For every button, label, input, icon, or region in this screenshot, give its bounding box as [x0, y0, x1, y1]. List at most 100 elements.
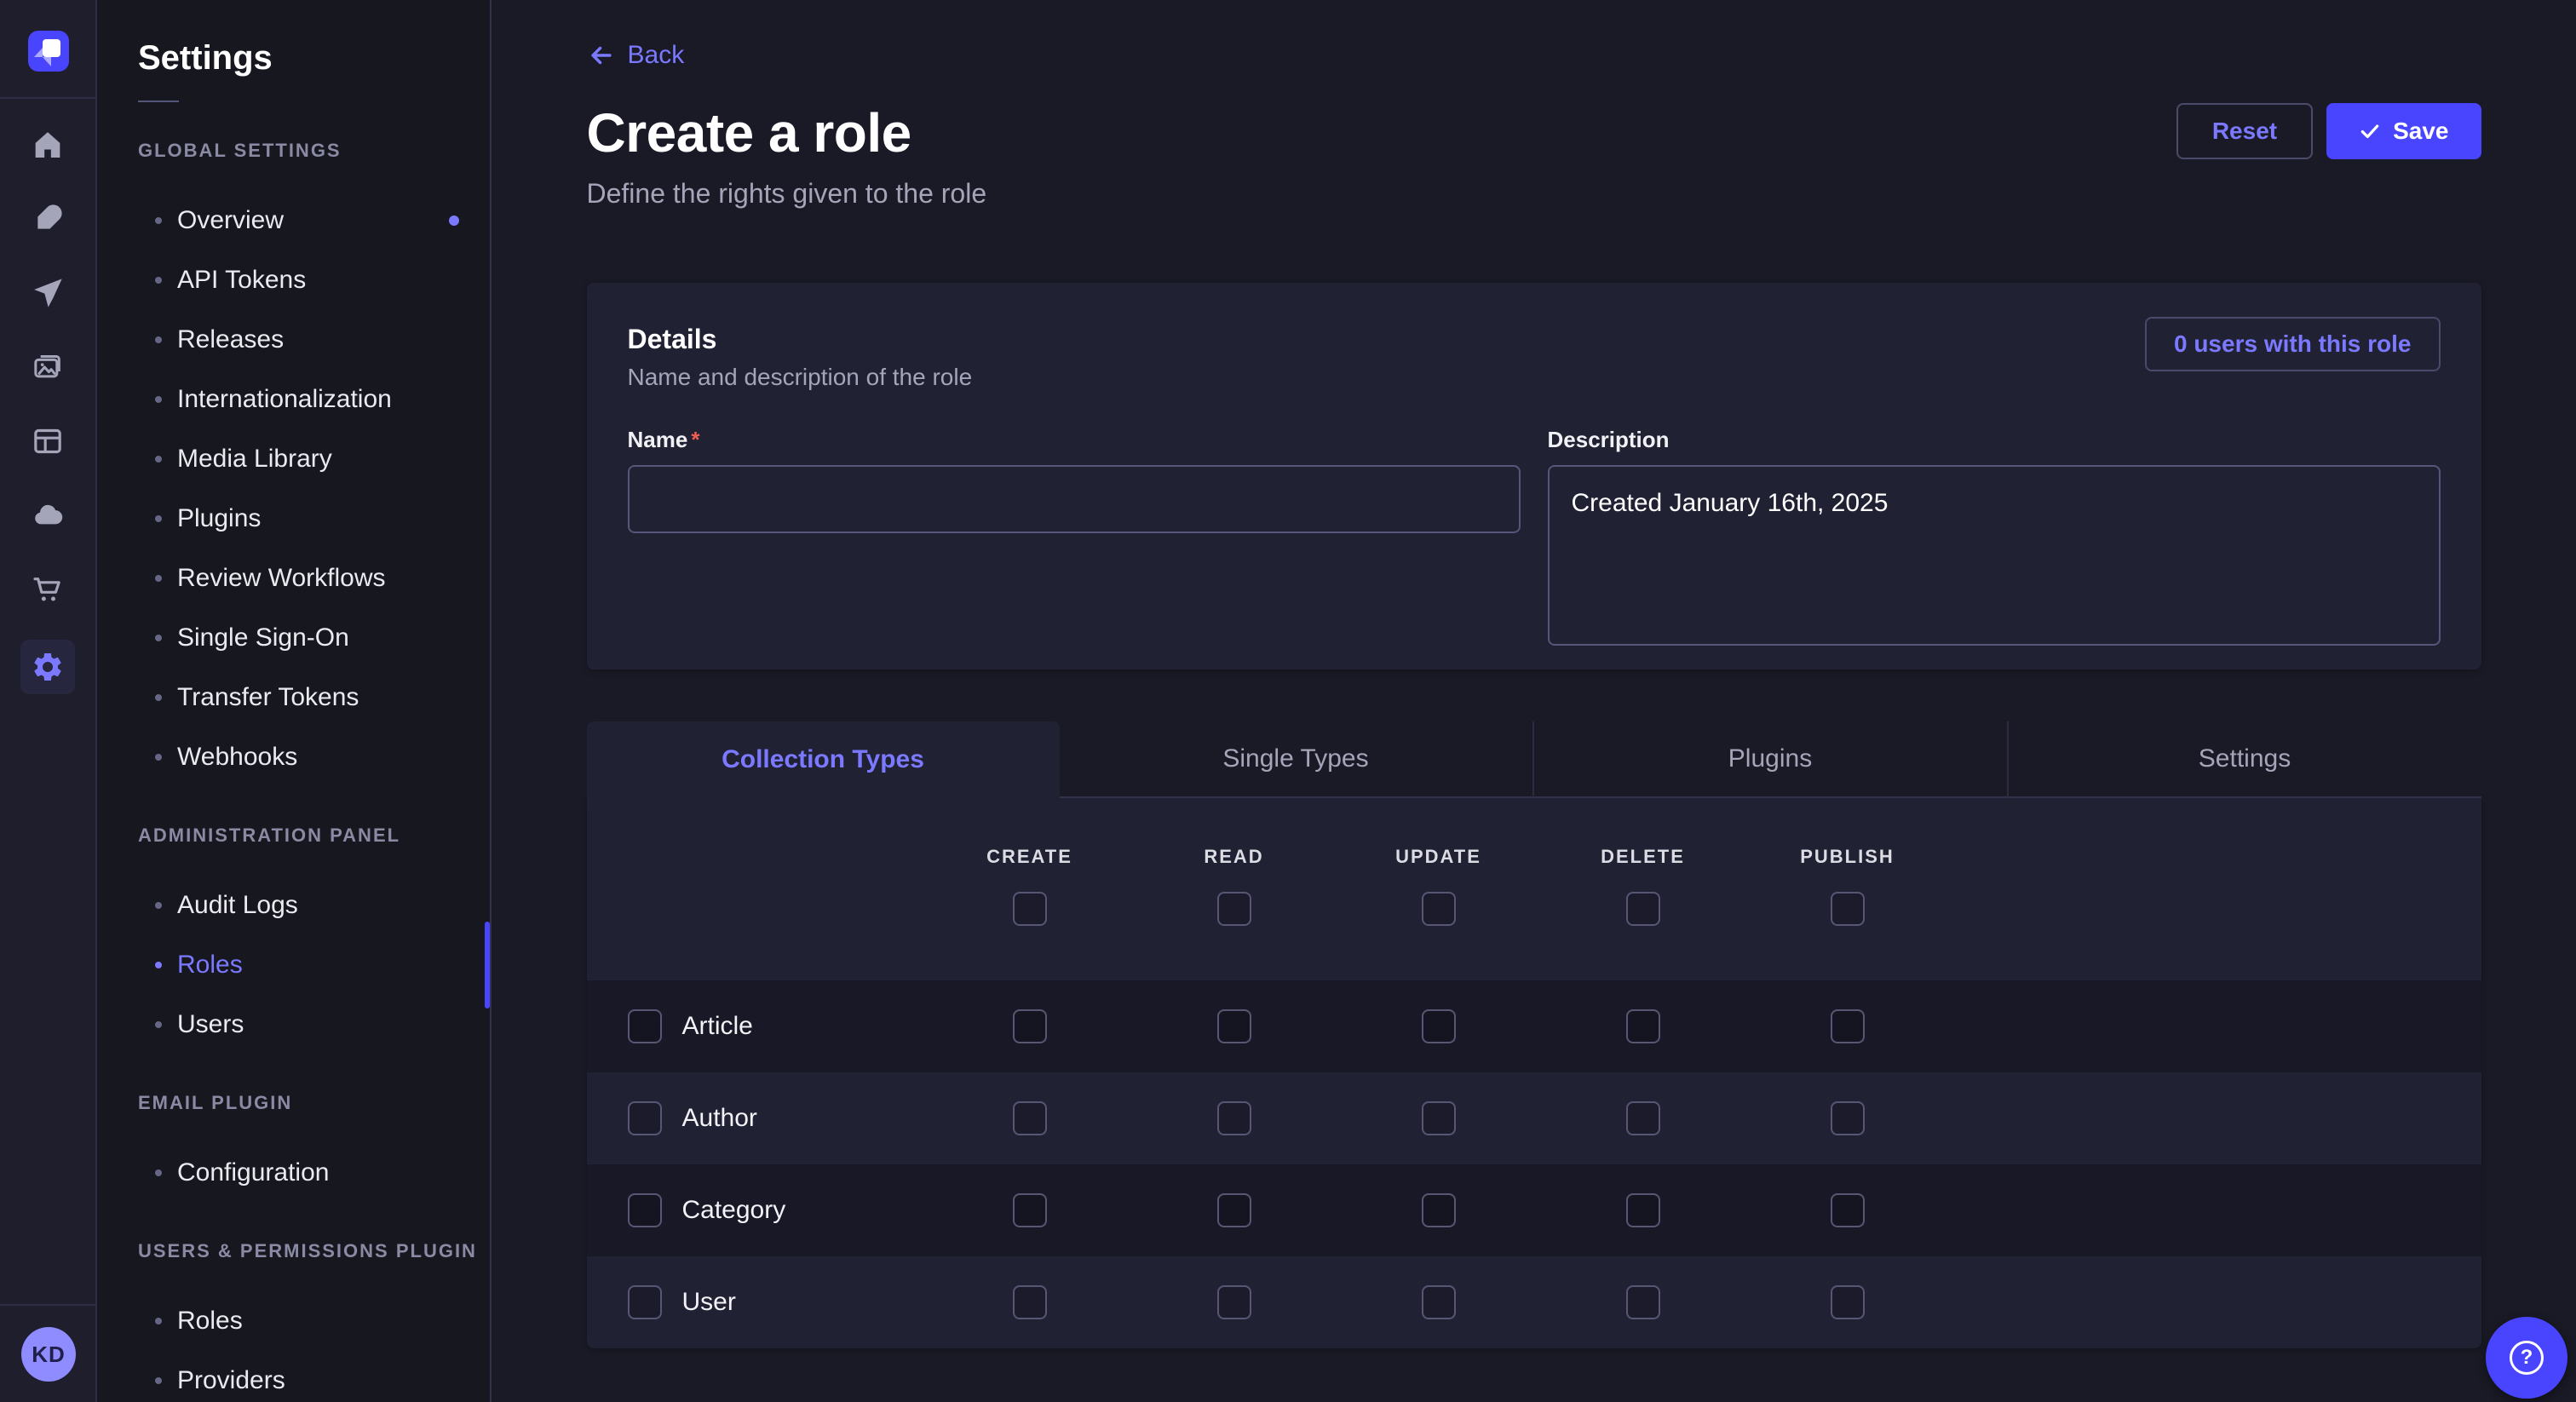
sidebar-item-providers[interactable]: Providers — [138, 1351, 490, 1402]
author-update-checkbox[interactable] — [1422, 1101, 1456, 1135]
arrow-left-icon — [587, 41, 616, 70]
author-row-checkbox[interactable] — [628, 1101, 662, 1135]
tab-settings[interactable]: Settings — [2007, 721, 2481, 798]
app-root: KD Settings GLOBAL SETTINGSOverviewAPI T… — [0, 0, 2576, 1402]
back-label: Back — [628, 41, 685, 70]
category-update-checkbox[interactable] — [1422, 1193, 1456, 1227]
sidebar-item-roles[interactable]: Roles — [138, 1291, 490, 1351]
page-title: Create a role — [587, 101, 987, 164]
paper-plane-icon[interactable] — [31, 276, 65, 310]
media-library-icon[interactable] — [31, 350, 65, 384]
tab-collection-types[interactable]: Collection Types — [587, 721, 1060, 798]
name-label: Name* — [628, 427, 1521, 453]
name-input[interactable] — [628, 465, 1521, 533]
home-icon[interactable] — [31, 128, 65, 162]
select-all-update-checkbox[interactable] — [1422, 892, 1456, 926]
bullet-icon — [155, 217, 162, 224]
details-panel: Details Name and description of the role… — [587, 283, 2481, 669]
author-read-checkbox[interactable] — [1217, 1101, 1251, 1135]
sidebar-item-transfer-tokens[interactable]: Transfer Tokens — [138, 668, 490, 727]
article-read-checkbox[interactable] — [1217, 1009, 1251, 1043]
select-all-create-checkbox[interactable] — [1013, 892, 1047, 926]
category-read-checkbox[interactable] — [1217, 1193, 1251, 1227]
rail-divider — [0, 97, 95, 99]
sidebar-item-overview[interactable]: Overview — [138, 191, 490, 250]
bullet-icon — [155, 277, 162, 284]
sidebar-item-media-library[interactable]: Media Library — [138, 429, 490, 489]
bullet-icon — [155, 1021, 162, 1028]
sidebar-section-label: ADMINISTRATION PANEL — [138, 825, 490, 847]
table-row-category: Category — [587, 1164, 2481, 1256]
sidebar-item-releases[interactable]: Releases — [138, 310, 490, 370]
category-create-checkbox[interactable] — [1013, 1193, 1047, 1227]
user-delete-checkbox[interactable] — [1626, 1285, 1660, 1319]
user-publish-checkbox[interactable] — [1831, 1285, 1865, 1319]
select-all-read-checkbox[interactable] — [1217, 892, 1251, 926]
save-button[interactable]: Save — [2326, 103, 2481, 159]
sidebar-item-users[interactable]: Users — [138, 995, 490, 1054]
users-with-role-button[interactable]: 0 users with this role — [2145, 317, 2441, 371]
strapi-logo-icon — [28, 31, 69, 72]
column-header: READ — [1204, 846, 1263, 868]
sidebar-item-configuration[interactable]: Configuration — [138, 1143, 490, 1203]
article-publish-checkbox[interactable] — [1831, 1009, 1865, 1043]
sidebar-section-label: USERS & PERMISSIONS PLUGIN — [138, 1240, 490, 1262]
permissions-header: CREATEREADUPDATEDELETEPUBLISH — [587, 798, 2481, 980]
tab-plugins[interactable]: Plugins — [1532, 721, 2007, 798]
article-delete-checkbox[interactable] — [1626, 1009, 1660, 1043]
category-row-checkbox[interactable] — [628, 1193, 662, 1227]
bullet-icon — [155, 962, 162, 968]
back-link[interactable]: Back — [587, 41, 685, 70]
reset-button[interactable]: Reset — [2176, 103, 2313, 159]
bullet-icon — [155, 635, 162, 641]
bullet-icon — [155, 336, 162, 343]
sidebar-item-roles[interactable]: Roles — [138, 935, 490, 995]
layout-icon[interactable] — [31, 424, 65, 458]
page-subtitle: Define the rights given to the role — [587, 178, 987, 210]
rail-divider — [0, 1304, 95, 1306]
description-input[interactable]: Created January 16th, 2025 — [1548, 465, 2441, 646]
category-publish-checkbox[interactable] — [1831, 1193, 1865, 1227]
sidebar-item-webhooks[interactable]: Webhooks — [138, 727, 490, 787]
user-update-checkbox[interactable] — [1422, 1285, 1456, 1319]
sidebar-item-single-sign-on[interactable]: Single Sign-On — [138, 608, 490, 668]
author-delete-checkbox[interactable] — [1626, 1101, 1660, 1135]
sidebar-item-plugins[interactable]: Plugins — [138, 489, 490, 549]
user-create-checkbox[interactable] — [1013, 1285, 1047, 1319]
avatar[interactable]: KD — [21, 1327, 76, 1382]
cart-icon[interactable] — [31, 572, 65, 606]
feather-icon[interactable] — [31, 202, 65, 236]
author-create-checkbox[interactable] — [1013, 1101, 1047, 1135]
tab-single-types[interactable]: Single Types — [1060, 721, 1532, 798]
sidebar-item-review-workflows[interactable]: Review Workflows — [138, 549, 490, 608]
table-row-article: Article — [587, 980, 2481, 1072]
sidebar-divider — [138, 101, 179, 102]
rail-icon-list — [0, 128, 95, 694]
bullet-icon — [155, 1169, 162, 1176]
bullet-icon — [155, 902, 162, 909]
question-mark-icon: ? — [2510, 1341, 2544, 1375]
select-all-publish-checkbox[interactable] — [1831, 892, 1865, 926]
author-publish-checkbox[interactable] — [1831, 1101, 1865, 1135]
settings-gear-icon[interactable] — [20, 640, 75, 694]
strapi-logo[interactable] — [28, 31, 69, 72]
help-button[interactable]: ? — [2486, 1317, 2567, 1399]
sidebar-section-label: EMAIL PLUGIN — [138, 1092, 490, 1114]
permissions-section: Collection TypesSingle TypesPluginsSetti… — [587, 721, 2481, 1348]
sidebar-item-internationalization[interactable]: Internationalization — [138, 370, 490, 429]
table-row-user: User — [587, 1256, 2481, 1348]
select-all-delete-checkbox[interactable] — [1626, 892, 1660, 926]
sidebar-item-api-tokens[interactable]: API Tokens — [138, 250, 490, 310]
category-delete-checkbox[interactable] — [1626, 1193, 1660, 1227]
article-update-checkbox[interactable] — [1422, 1009, 1456, 1043]
sidebar-title: Settings — [138, 37, 490, 78]
column-header: UPDATE — [1395, 846, 1481, 868]
user-row-checkbox[interactable] — [628, 1285, 662, 1319]
article-row-checkbox[interactable] — [628, 1009, 662, 1043]
article-create-checkbox[interactable] — [1013, 1009, 1047, 1043]
cloud-icon[interactable] — [31, 498, 65, 532]
user-read-checkbox[interactable] — [1217, 1285, 1251, 1319]
sidebar-item-audit-logs[interactable]: Audit Logs — [138, 876, 490, 935]
save-label: Save — [2393, 118, 2448, 145]
page-header: Create a role Define the rights given to… — [587, 101, 2481, 210]
